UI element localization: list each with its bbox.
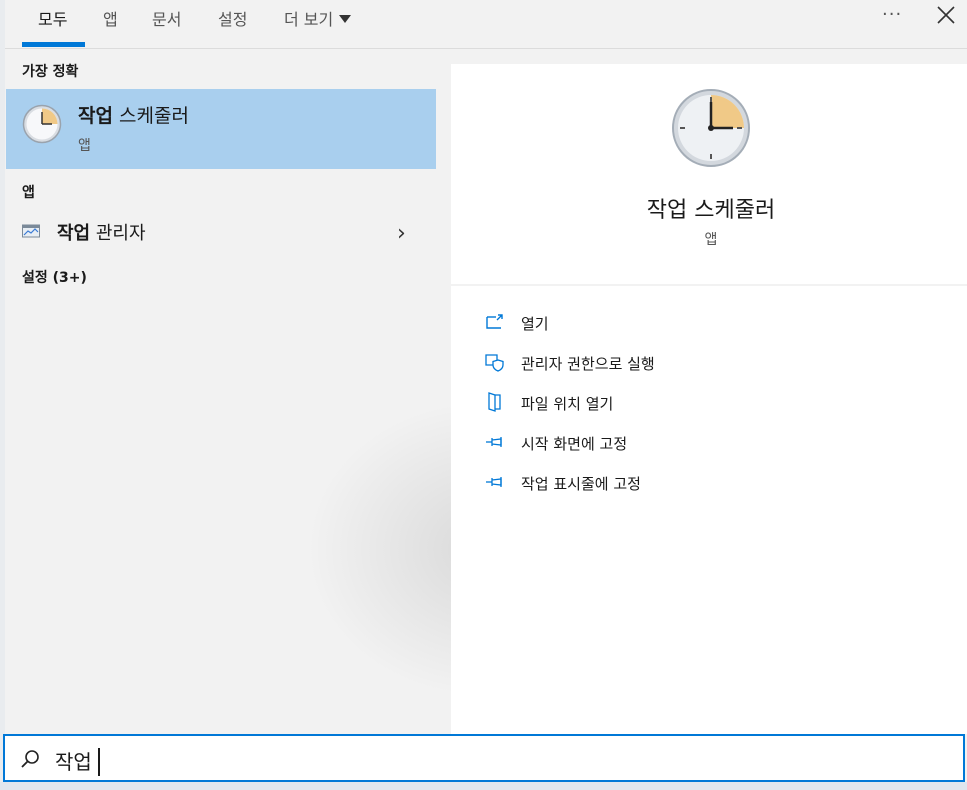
detail-pane: 작업 스케줄러 앱 열기 관리자 권한으로 실행 파일 위치 열기 시작 화면에… — [451, 64, 967, 734]
task-manager-icon — [22, 224, 40, 238]
action-open-file-location[interactable]: 파일 위치 열기 — [485, 390, 905, 418]
open-icon — [486, 314, 503, 329]
tab-all[interactable]: 모두 — [38, 6, 67, 30]
action-open-file-location-label: 파일 위치 열기 — [521, 395, 614, 413]
search-panel: 모두 앱 문서 설정 더 보기 ··· 가장 정확 작업 스케줄러 앱 앱 작업… — [5, 0, 967, 790]
text-cursor — [97, 748, 100, 776]
action-open-label: 열기 — [521, 315, 549, 333]
search-input-text: 작업 — [55, 750, 92, 774]
active-tab-indicator — [22, 42, 85, 47]
best-match-title-rest: 스케줄러 — [112, 105, 189, 127]
task-scheduler-large-icon — [672, 89, 750, 167]
search-input[interactable]: 작업 — [55, 746, 100, 776]
settings-heading[interactable]: 설정 (3+) — [22, 267, 87, 287]
action-run-as-admin[interactable]: 관리자 권한으로 실행 — [485, 350, 905, 378]
tab-documents[interactable]: 문서 — [152, 6, 181, 30]
task-manager-label-bold: 작업 — [57, 223, 91, 244]
caret-down-icon — [339, 15, 352, 23]
tab-more-label: 더 보기 — [284, 10, 334, 29]
tab-more[interactable]: 더 보기 — [284, 6, 352, 30]
search-box[interactable]: 작업 — [3, 734, 965, 782]
detail-divider — [451, 284, 967, 286]
chevron-right-icon[interactable]: › — [397, 221, 406, 246]
action-open[interactable]: 열기 — [485, 310, 905, 338]
action-pin-to-taskbar-label: 작업 표시줄에 고정 — [521, 475, 641, 493]
file-location-icon — [488, 392, 501, 412]
app-item-task-manager[interactable]: 작업 관리자 › — [5, 215, 435, 249]
best-match-title-bold: 작업 — [78, 105, 113, 127]
more-options-button[interactable]: ··· — [882, 4, 902, 25]
detail-app-name: 작업 스케줄러 — [646, 198, 776, 223]
bottom-strip — [0, 782, 967, 790]
best-match-heading: 가장 정확 — [22, 64, 79, 80]
apps-heading: 앱 — [22, 185, 35, 201]
action-pin-to-start[interactable]: 시작 화면에 고정 — [485, 430, 905, 458]
search-icon — [21, 750, 39, 768]
task-manager-label: 작업 관리자 — [57, 219, 146, 245]
task-scheduler-icon — [22, 104, 62, 144]
shield-icon — [485, 354, 504, 372]
close-icon[interactable] — [933, 2, 959, 28]
action-pin-to-start-label: 시작 화면에 고정 — [521, 435, 628, 453]
pin-icon — [486, 437, 502, 447]
pin-icon — [486, 477, 502, 487]
detail-app-type: 앱 — [704, 232, 718, 248]
best-match-item[interactable]: 작업 스케줄러 앱 — [6, 89, 436, 169]
tab-settings[interactable]: 설정 — [218, 6, 247, 30]
action-pin-to-taskbar[interactable]: 작업 표시줄에 고정 — [485, 470, 905, 498]
best-match-title: 작업 스케줄러 — [78, 101, 189, 128]
tab-apps[interactable]: 앱 — [103, 6, 118, 30]
task-manager-label-rest: 관리자 — [90, 223, 146, 244]
best-match-type: 앱 — [78, 138, 91, 154]
action-run-as-admin-label: 관리자 권한으로 실행 — [521, 355, 655, 373]
results-list: 가장 정확 작업 스케줄러 앱 앱 작업 관리자 › 설정 (3+) — [5, 49, 485, 734]
tab-bar: 모두 앱 문서 설정 더 보기 ··· — [5, 0, 967, 49]
